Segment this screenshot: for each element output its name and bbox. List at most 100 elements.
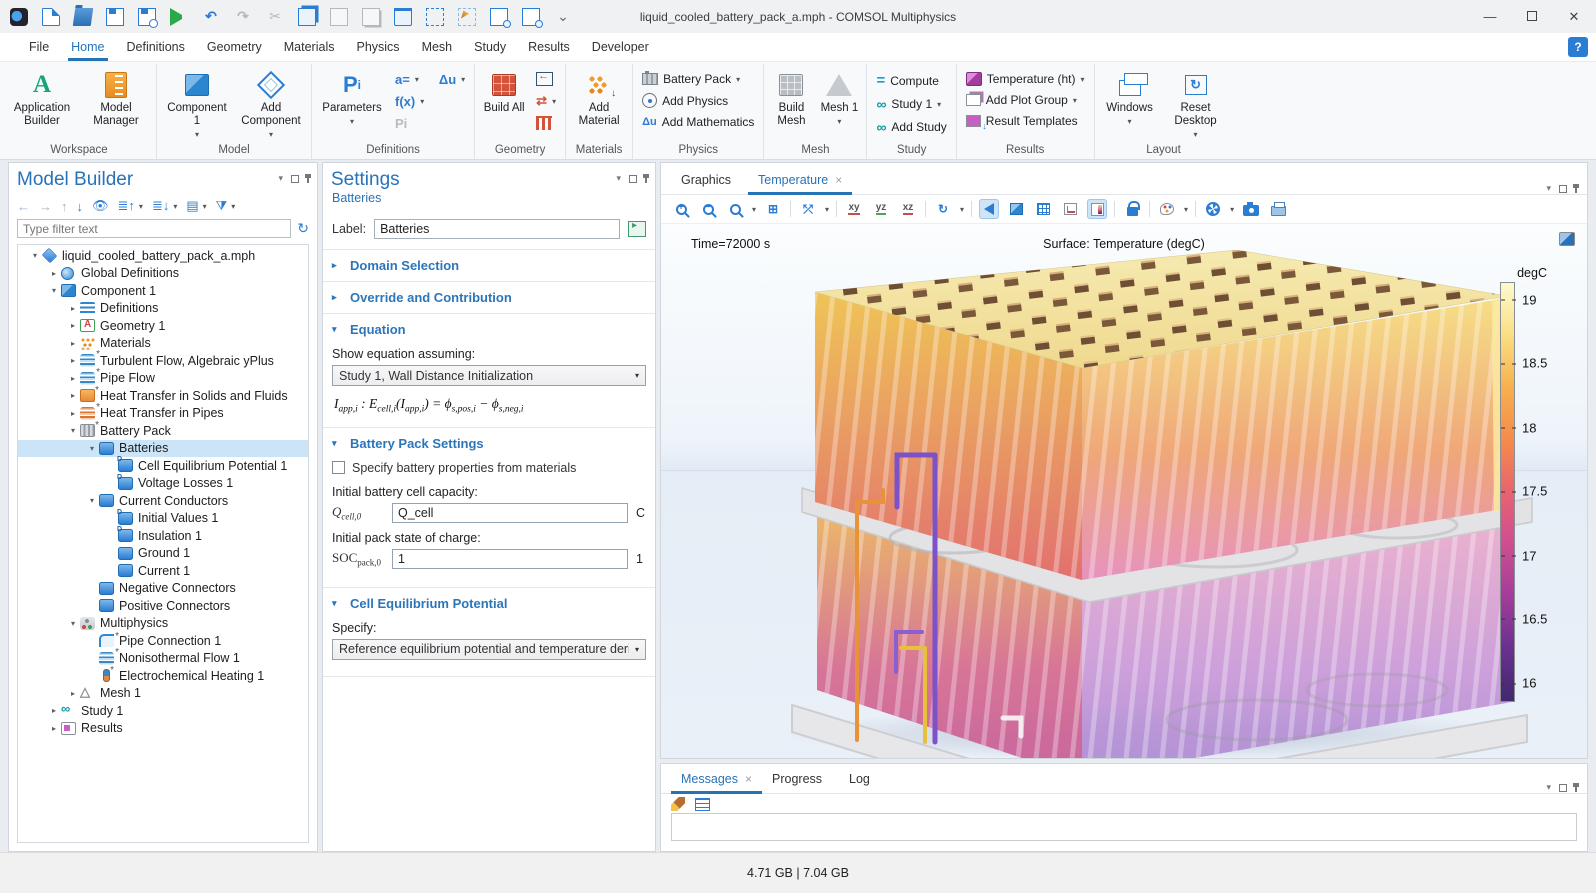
section-header[interactable]: ▾Equation (323, 314, 655, 345)
tree-item[interactable]: Turbulent Flow, Algebraic yPlus (18, 352, 308, 370)
tree-item[interactable]: Component 1 (18, 282, 308, 300)
panel-menu-icon[interactable]: ▾ (616, 173, 621, 184)
expand-all-icon[interactable]: ≣↓ (152, 198, 169, 214)
lock-icon[interactable] (1122, 199, 1142, 219)
add-study-button[interactable]: ∞Add Study (871, 117, 951, 137)
rotate-icon[interactable]: ↻ (933, 199, 953, 219)
graphics-tab[interactable]: Temperature× (748, 167, 852, 194)
add-physics-button[interactable]: Add Physics (637, 91, 759, 110)
tree-chevron-icon[interactable] (47, 269, 61, 278)
section-header[interactable]: ▸Domain Selection (323, 250, 655, 281)
tree-item[interactable]: Voltage Losses 1 (18, 475, 308, 493)
duplicate-icon[interactable] (362, 8, 380, 26)
menu-tab[interactable]: Definitions (116, 35, 196, 60)
tree-item[interactable]: Current Conductors (18, 492, 308, 510)
tree-item[interactable]: Negative Connectors (18, 580, 308, 598)
zoom-box-icon[interactable] (725, 199, 745, 219)
save-as-icon[interactable] (138, 8, 156, 26)
add-material-button[interactable]: Add Material (570, 66, 628, 130)
minimize-icon[interactable]: — (1482, 9, 1498, 25)
study-1-button[interactable]: ∞Study 1▾ (871, 94, 951, 114)
tree-item[interactable]: Cell Equilibrium Potential 1 (18, 457, 308, 475)
application-builder-button[interactable]: A Application Builder (6, 66, 78, 130)
tree-item[interactable]: Initial Values 1 (18, 510, 308, 528)
tree-chevron-icon[interactable] (85, 496, 99, 505)
refresh-icon[interactable]: ↻ (297, 220, 309, 237)
view-yz-icon[interactable]: yz (871, 199, 891, 219)
partition-button[interactable] (531, 114, 561, 132)
help-button[interactable]: ? (1568, 37, 1588, 57)
tree-chevron-icon[interactable] (28, 251, 42, 260)
insert-sequence-button[interactable]: ⇄▾ (531, 91, 561, 111)
reset-desktop-button[interactable]: ↻ Reset Desktop ▾ (1163, 66, 1229, 141)
tree-item[interactable]: Current 1 (18, 562, 308, 580)
section-header[interactable]: ▾Battery Pack Settings (323, 428, 655, 459)
panel-float-icon[interactable] (1559, 185, 1567, 193)
tree-chevron-icon[interactable] (66, 409, 80, 418)
import-geometry-button[interactable] (531, 70, 561, 88)
tree-chevron-icon[interactable] (85, 444, 99, 453)
run-icon[interactable] (170, 8, 188, 26)
panel-menu-icon[interactable]: ▾ (1546, 782, 1551, 793)
tree-item[interactable]: Pipe Flow (18, 370, 308, 388)
graphics-canvas[interactable]: Time=72000 s Surface: Temperature (degC)… (661, 223, 1587, 758)
tree-item[interactable]: Insulation 1 (18, 527, 308, 545)
tree-item[interactable]: Materials (18, 335, 308, 353)
find-replace-icon[interactable] (522, 8, 540, 26)
tree-chevron-icon[interactable] (66, 619, 80, 628)
tree-item[interactable]: Definitions (18, 300, 308, 318)
tree-item[interactable]: Battery Pack (18, 422, 308, 440)
view-xy-icon[interactable]: xy (844, 199, 864, 219)
find-icon[interactable] (490, 8, 508, 26)
filter-input[interactable] (17, 219, 291, 238)
specify-dropdown[interactable]: Reference equilibrium potential and temp… (332, 639, 646, 660)
tree-item[interactable]: Pipe Connection 1 (18, 632, 308, 650)
panel-float-icon[interactable] (291, 175, 299, 183)
view-xz-icon[interactable]: xz (898, 199, 918, 219)
tree-item[interactable]: Mesh 1 (18, 685, 308, 703)
pin-icon[interactable] (1575, 783, 1577, 792)
zoom-in-icon[interactable]: + (671, 199, 691, 219)
menu-tab[interactable]: Study (463, 35, 517, 60)
new-file-icon[interactable] (42, 8, 60, 26)
tree-item[interactable]: Results (18, 720, 308, 738)
section-header[interactable]: ▾Cell Equilibrium Potential (323, 588, 655, 619)
copy-icon[interactable] (298, 8, 316, 26)
select-box-icon[interactable] (426, 8, 444, 26)
menu-tab[interactable]: Developer (581, 35, 660, 60)
tree-chevron-icon[interactable] (66, 321, 80, 330)
move-up-icon[interactable]: ↑ (61, 199, 68, 214)
undo-icon[interactable]: ↶ (202, 8, 220, 26)
tree-item[interactable]: Multiphysics (18, 615, 308, 633)
panel-float-icon[interactable] (1559, 784, 1567, 792)
open-table-icon[interactable] (695, 798, 710, 811)
panel-menu-icon[interactable]: ▾ (278, 173, 283, 184)
menu-tab[interactable]: Results (517, 35, 581, 60)
pin-icon[interactable] (645, 174, 647, 183)
color-legend-icon[interactable] (1087, 199, 1107, 219)
grid-icon[interactable] (1033, 199, 1053, 219)
compute-button[interactable]: =Compute (871, 70, 951, 91)
tree-chevron-icon[interactable] (66, 339, 80, 348)
component-button[interactable]: Component 1 ▾ (161, 66, 233, 141)
tree-chevron-icon[interactable] (66, 391, 80, 400)
pin-icon[interactable] (307, 174, 309, 183)
customize-toolbar-icon[interactable]: ⌄ (554, 8, 572, 26)
open-file-icon[interactable] (73, 8, 94, 26)
battery-pack-button[interactable]: Battery Pack▾ (637, 70, 759, 88)
save-icon[interactable] (106, 8, 124, 26)
parameters-button[interactable]: Pi Parameters ▾ (316, 66, 388, 128)
tree-item[interactable]: Electrochemical Heating 1 (18, 667, 308, 685)
tree-item[interactable]: Nonisothermal Flow 1 (18, 650, 308, 668)
messages-tab[interactable]: Messages× (671, 766, 762, 793)
maximize-icon[interactable] (1524, 9, 1540, 25)
update-icon[interactable] (1203, 199, 1223, 219)
menu-tab[interactable]: Mesh (411, 35, 464, 60)
filter-icon[interactable]: ⧩ (216, 198, 228, 214)
paste-icon[interactable] (330, 8, 348, 26)
messages-tab[interactable]: Progress (762, 766, 839, 793)
messages-tab[interactable]: Log (839, 766, 887, 793)
menu-tab[interactable]: File (18, 35, 60, 60)
panel-float-icon[interactable] (629, 175, 637, 183)
close-icon[interactable]: ✕ (1566, 9, 1582, 25)
